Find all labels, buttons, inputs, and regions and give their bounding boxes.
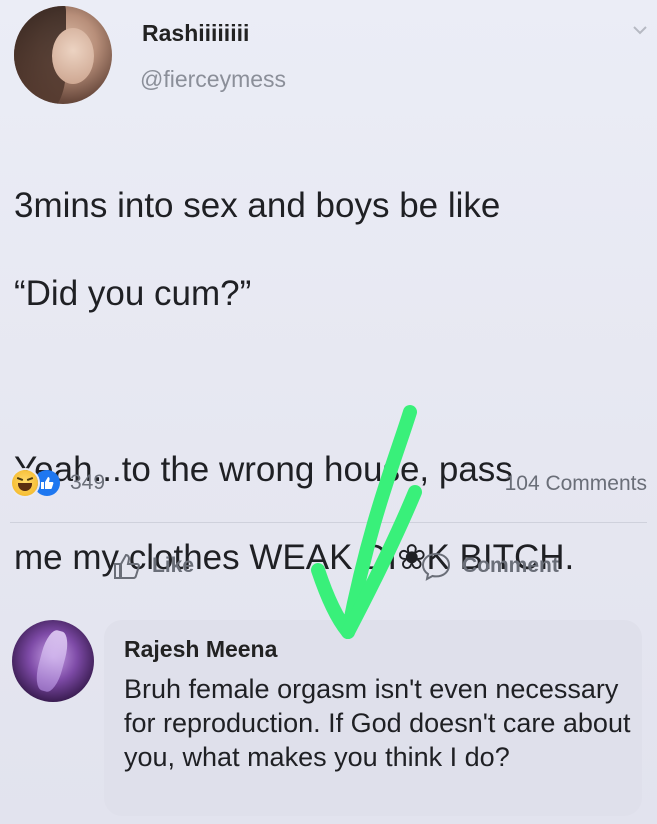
comment-author[interactable]: Rajesh Meena	[124, 636, 277, 663]
green-arrow-icon	[311, 405, 422, 639]
post-line: “Did you cum?”	[14, 274, 252, 313]
thumbs-up-icon	[114, 553, 140, 579]
post-line: 3mins into sex and boys be like	[14, 186, 501, 225]
commenter-avatar[interactable]	[12, 620, 94, 702]
comment-button[interactable]: Comment	[420, 548, 559, 584]
reaction-count: 349	[70, 471, 106, 494]
haha-reaction-icon	[12, 470, 38, 496]
avatar-face	[52, 28, 94, 84]
comments-count[interactable]: 104 Comments	[505, 472, 647, 496]
chevron-down-icon[interactable]	[633, 22, 647, 36]
like-label: Like	[152, 554, 195, 577]
author-handle[interactable]: @fierceymess	[140, 66, 286, 93]
like-button[interactable]: Like	[112, 548, 194, 584]
post-line-spacer	[14, 360, 654, 404]
comment-text: Bruh female orgasm isn't even necessary …	[124, 674, 631, 772]
author-avatar[interactable]	[14, 6, 112, 104]
comment-label: Comment	[462, 554, 559, 577]
reactions-summary[interactable]: 349	[12, 468, 105, 498]
avatar-figure	[32, 627, 72, 695]
post-card: Rashiiiiiiii @fierceymess 3mins into sex…	[0, 0, 657, 824]
author-name[interactable]: Rashiiiiiiii	[142, 20, 249, 47]
